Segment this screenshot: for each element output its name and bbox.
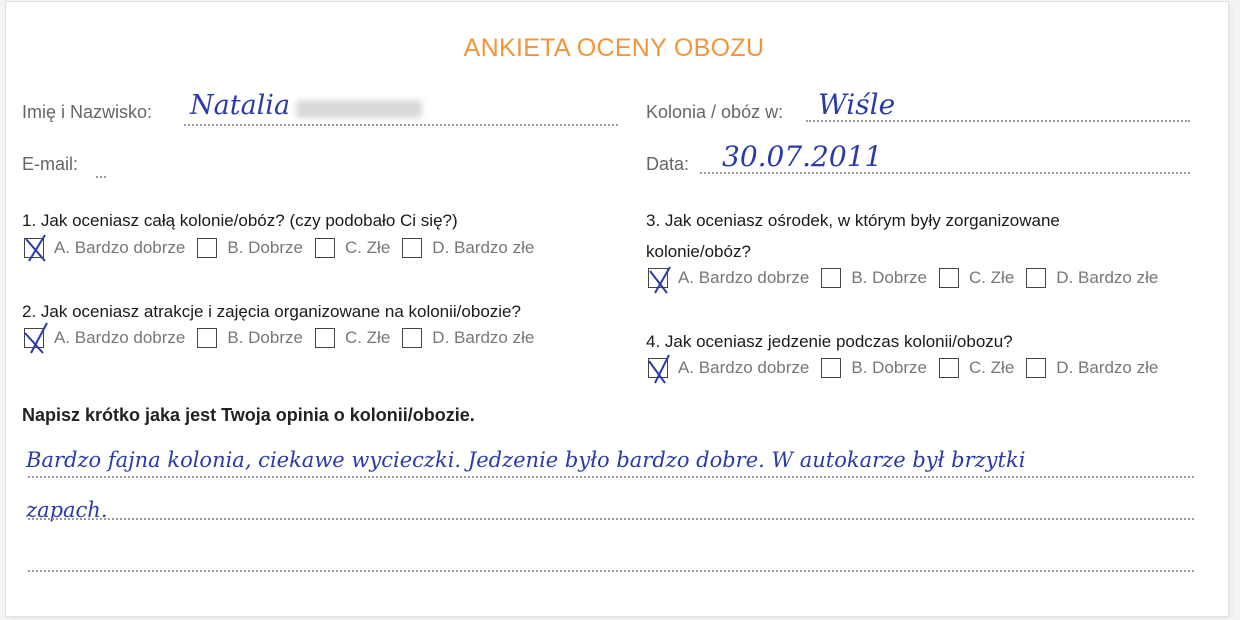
check-mark-icon bbox=[649, 266, 671, 294]
option-label: B. Dobrze bbox=[851, 268, 927, 287]
option-label: C. Złe bbox=[344, 328, 391, 347]
question-2-options: A. Bardzo dobrze B. Dobrze C. Złe D. Bar… bbox=[24, 322, 546, 354]
q1-checkbox-c[interactable] bbox=[314, 238, 335, 258]
q3-checkbox-b[interactable] bbox=[821, 268, 842, 288]
q4-option-a[interactable]: A. Bardzo dobrze bbox=[648, 354, 810, 384]
name-label: Imię i Nazwisko: bbox=[22, 102, 153, 122]
q4-option-c[interactable]: C. Złe bbox=[938, 358, 1015, 378]
opinion-dotted-line-2 bbox=[28, 518, 1194, 520]
q1-checkbox-d[interactable] bbox=[402, 238, 423, 258]
q2-checkbox-c[interactable] bbox=[314, 328, 335, 348]
option-label: A. Bardzo dobrze bbox=[54, 238, 186, 257]
camp-line bbox=[806, 120, 1190, 122]
q2-option-c[interactable]: C. Złe bbox=[314, 328, 391, 348]
question-1: 1. Jak oceniasz całą kolonie/obóz? (czy … bbox=[22, 211, 458, 230]
question-4-options: A. Bardzo dobrze B. Dobrze C. Złe D. Bar… bbox=[648, 354, 1170, 384]
option-label: C. Złe bbox=[344, 238, 391, 257]
option-label: D. Bardzo złe bbox=[432, 328, 535, 347]
q2-option-d[interactable]: D. Bardzo złe bbox=[402, 328, 534, 348]
q2-checkbox-a[interactable] bbox=[24, 322, 48, 354]
opinion-line-1[interactable]: Bardzo fajna kolonia, ciekawe wycieczki.… bbox=[26, 448, 1025, 472]
option-label: D. Bardzo złe bbox=[1056, 358, 1159, 377]
q1-option-b[interactable]: B. Dobrze bbox=[197, 238, 303, 258]
q2-option-a[interactable]: A. Bardzo dobrze bbox=[24, 322, 186, 354]
q4-option-b[interactable]: B. Dobrze bbox=[821, 358, 927, 378]
q3-checkbox-d[interactable] bbox=[1026, 268, 1047, 288]
option-label: D. Bardzo złe bbox=[432, 238, 535, 257]
check-mark-icon bbox=[648, 354, 670, 384]
q3-option-d[interactable]: D. Bardzo złe bbox=[1026, 268, 1158, 288]
option-label: C. Złe bbox=[968, 358, 1015, 377]
camp-label: Kolonia / obóz w: bbox=[646, 102, 784, 122]
option-label: A. Bardzo dobrze bbox=[678, 268, 810, 287]
q4-checkbox-c[interactable] bbox=[938, 358, 959, 378]
q4-checkbox-d[interactable] bbox=[1026, 358, 1047, 378]
q1-option-d[interactable]: D. Bardzo złe bbox=[402, 238, 534, 258]
q3-checkbox-c[interactable] bbox=[938, 268, 959, 288]
q1-option-a[interactable]: A. Bardzo dobrze bbox=[24, 234, 186, 262]
question-2: 2. Jak oceniasz atrakcje i zajęcia organ… bbox=[22, 302, 521, 321]
check-mark-icon bbox=[24, 322, 48, 354]
q4-option-d[interactable]: D. Bardzo złe bbox=[1026, 358, 1158, 378]
q2-option-b[interactable]: B. Dobrze bbox=[197, 328, 303, 348]
option-label: A. Bardzo dobrze bbox=[54, 328, 186, 347]
option-label: D. Bardzo złe bbox=[1056, 268, 1159, 287]
check-mark-icon bbox=[25, 234, 46, 262]
option-label: C. Złe bbox=[968, 268, 1015, 287]
camp-value[interactable]: Wiśle bbox=[818, 88, 895, 121]
q4-checkbox-a[interactable] bbox=[648, 354, 670, 384]
option-label: A. Bardzo dobrze bbox=[678, 358, 810, 377]
question-3-options: A. Bardzo dobrze B. Dobrze C. Złe D. Bar… bbox=[648, 266, 1170, 294]
q4-checkbox-b[interactable] bbox=[821, 358, 842, 378]
date-line bbox=[700, 172, 1190, 174]
email-redacted bbox=[108, 126, 618, 178]
q2-checkbox-d[interactable] bbox=[402, 328, 423, 348]
q3-option-b[interactable]: B. Dobrze bbox=[821, 268, 927, 288]
email-label: E-mail: bbox=[22, 154, 79, 174]
date-label: Data: bbox=[646, 154, 690, 174]
question-4: 4. Jak oceniasz jedzenie podczas kolonii… bbox=[646, 332, 1013, 351]
q1-checkbox-a[interactable] bbox=[24, 234, 46, 262]
name-blurred bbox=[296, 100, 422, 118]
question-1-options: A. Bardzo dobrze B. Dobrze C. Złe D. Bar… bbox=[24, 234, 546, 262]
option-label: B. Dobrze bbox=[227, 328, 303, 347]
form-title: ANKIETA OCENY OBOZU bbox=[463, 34, 765, 62]
q3-option-a[interactable]: A. Bardzo dobrze bbox=[648, 266, 810, 294]
option-label: B. Dobrze bbox=[227, 238, 303, 257]
opinion-dotted-line-1 bbox=[28, 476, 1194, 478]
date-value[interactable]: 30.07.2011 bbox=[722, 140, 882, 173]
q1-option-c[interactable]: C. Złe bbox=[314, 238, 391, 258]
option-label: B. Dobrze bbox=[851, 358, 927, 377]
survey-card: ANKIETA OCENY OBOZU Imię i Nazwisko: Nat… bbox=[6, 2, 1228, 616]
q3-option-c[interactable]: C. Złe bbox=[938, 268, 1015, 288]
name-value[interactable]: Natalia bbox=[190, 90, 290, 121]
q2-checkbox-b[interactable] bbox=[197, 328, 218, 348]
q3-checkbox-a[interactable] bbox=[648, 266, 671, 294]
q1-checkbox-b[interactable] bbox=[197, 238, 218, 258]
question-3-line-1: 3. Jak oceniasz ośrodek, w którym były z… bbox=[646, 211, 1060, 230]
question-3-line-2: kolonie/obóz? bbox=[646, 242, 751, 261]
opinion-dotted-line-3 bbox=[28, 570, 1194, 572]
opinion-prompt: Napisz krótko jaka jest Twoja opinia o k… bbox=[22, 405, 475, 425]
